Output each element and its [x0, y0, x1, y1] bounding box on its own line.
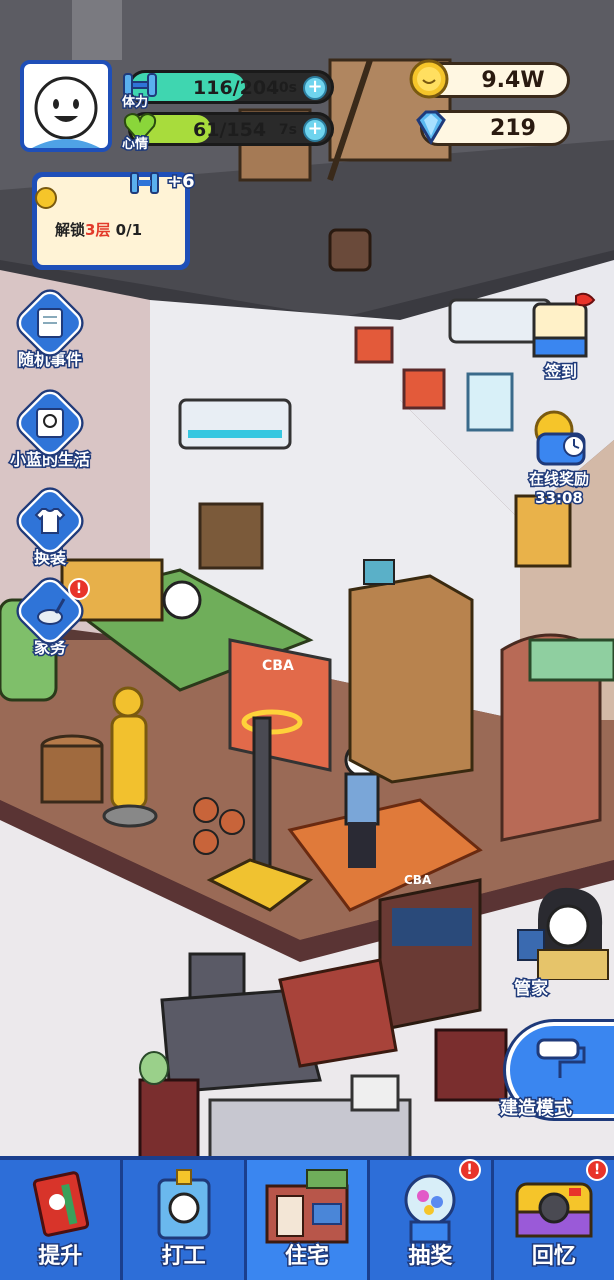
nav-home-label: 住宅 [283, 1243, 330, 1271]
photo-album-icon [36, 408, 64, 438]
bottom-nav: 提升 打工 住宅 抽奖 ! 回忆 ! [0, 1156, 614, 1280]
check-in-label: 签到 [543, 361, 578, 383]
paint-roller-icon [536, 1038, 586, 1078]
nav-upgrade[interactable]: 提升 [0, 1160, 124, 1280]
online-reward-timer: 33:08 [534, 488, 585, 509]
nav-memories[interactable]: 回忆 ! [494, 1159, 614, 1280]
shirt-icon [34, 508, 66, 534]
dress-up-button[interactable]: 换装 [12, 484, 88, 569]
mood-value: 61/154 [193, 119, 267, 141]
quest-bonus: +6 [166, 170, 197, 194]
check-in-button[interactable]: 签到 [514, 290, 608, 383]
nav-upgrade-label: 提升 [37, 1243, 84, 1271]
heart-icon: 心情 [118, 106, 162, 154]
stamina-add-button[interactable]: + [303, 76, 327, 100]
housework-button[interactable]: 家务 ! [12, 574, 90, 659]
stamina-timer: 10s [269, 80, 297, 96]
nav-lottery[interactable]: 抽奖 ! [370, 1159, 494, 1280]
nav-home[interactable]: 住宅 [246, 1160, 371, 1280]
mood-timer: 7s [278, 122, 297, 138]
player-avatar[interactable] [20, 60, 112, 152]
stamina-value: 116/204 [193, 77, 280, 99]
build-mode-button[interactable]: 建造模式 [499, 1022, 614, 1122]
nav-work-label: 打工 [160, 1243, 207, 1271]
coin-stack-icon [34, 186, 58, 214]
dumbbell-icon: 体力 [118, 64, 162, 112]
clock-coin-icon [534, 410, 586, 466]
coin-icon [408, 58, 450, 104]
build-mode-label: 建造模式 [499, 1097, 574, 1121]
nav-lottery-label: 抽奖 [407, 1243, 454, 1271]
mood-label: 心情 [120, 136, 149, 154]
butler-button[interactable]: 管家 [508, 880, 614, 1001]
calendar-gift-icon [532, 292, 596, 358]
vacuum-icon [37, 598, 66, 625]
diamond-icon [410, 106, 452, 152]
xiaolan-life-button[interactable]: 小蓝的生活 [4, 386, 96, 471]
online-reward-button[interactable]: 在线奖励 33:08 [508, 404, 610, 509]
online-reward-label: 在线奖励 [527, 469, 590, 490]
butler-label: 管家 [513, 978, 550, 1001]
nav-memories-alert-badge: ! [586, 1159, 609, 1181]
nav-lottery-alert-badge: ! [458, 1159, 481, 1181]
hoop-logo: CBA [262, 658, 294, 674]
random-event-button[interactable]: 随机事件 [12, 286, 88, 371]
housework-alert-badge: ! [68, 578, 90, 600]
rug-logo: CBA [404, 873, 432, 887]
nav-work[interactable]: 打工 [123, 1160, 247, 1280]
nav-memories-label: 回忆 [530, 1243, 577, 1271]
dumbbell-bonus-icon: +6 [127, 169, 196, 203]
mood-add-button[interactable]: + [303, 118, 327, 142]
notebook-icon [37, 308, 63, 338]
butler-character-icon [517, 887, 609, 981]
smiley-face-icon [32, 76, 100, 148]
quest-text: 解锁3层 0/1 [55, 221, 143, 239]
